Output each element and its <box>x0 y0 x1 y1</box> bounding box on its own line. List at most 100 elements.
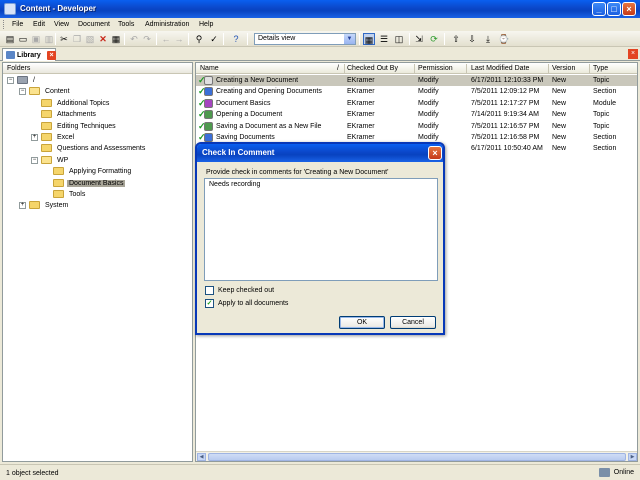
list-header: Name / Checked Out By Permission Last Mo… <box>196 63 637 74</box>
import-icon[interactable]: ⇲ <box>413 33 425 45</box>
col-type[interactable]: Type <box>593 65 608 72</box>
view-mode-select[interactable]: Details view ▼ <box>254 33 356 45</box>
folder-label: Additional Topics <box>57 99 110 107</box>
tab-library[interactable]: Library × <box>2 48 56 61</box>
close-pane-icon[interactable]: × <box>628 49 638 59</box>
dialog-close-icon[interactable]: × <box>428 146 442 160</box>
cell-checked-out-by: EKramer <box>347 122 375 130</box>
redo-icon[interactable]: ↷ <box>141 33 153 45</box>
spell-check-icon[interactable]: ✓ <box>208 33 220 45</box>
new-folder-icon[interactable]: ▭ <box>17 33 29 45</box>
keep-checked-out-checkbox[interactable] <box>205 286 214 295</box>
forward-icon[interactable]: → <box>173 33 185 45</box>
refresh-icon[interactable]: ⟳ <box>428 33 440 45</box>
menu-view[interactable]: View <box>54 21 69 28</box>
expand-toggle-icon[interactable]: + <box>19 202 26 210</box>
cell-version: New <box>552 77 567 84</box>
expand-toggle-icon[interactable]: − <box>31 156 38 164</box>
print-icon[interactable]: ▥ <box>43 33 55 45</box>
folder-label: Questions and Assessments <box>57 145 146 153</box>
dialog-prompt: Provide check in comments for 'Creating … <box>206 169 389 176</box>
dialog-titlebar: Check In Comment <box>197 144 443 162</box>
check-out-icon[interactable]: ⇧ <box>450 33 462 45</box>
view-mode-value: Details view <box>258 35 296 42</box>
back-icon[interactable]: ← <box>160 33 172 45</box>
table-row[interactable]: ✓ Creating and Opening Documents EKramer Mo… <box>196 86 637 97</box>
cell-version: New <box>552 99 567 107</box>
folder-icon <box>41 110 52 119</box>
folder-icon <box>53 167 64 176</box>
status-online: Online <box>613 469 634 476</box>
cell-type: Topic <box>593 111 610 119</box>
col-last-modified[interactable]: Last Modified Date <box>471 65 529 72</box>
scroll-left-icon[interactable]: ◀ <box>197 453 206 461</box>
menu-administration[interactable]: Administration <box>145 21 189 28</box>
cell-type: Topic <box>593 122 610 130</box>
paste-icon[interactable]: ▧ <box>84 33 96 45</box>
expand-toggle-icon[interactable]: + <box>31 134 38 141</box>
cell-type: Section <box>593 134 617 141</box>
cell-modified: 6/17/2011 12:10:33 PM <box>471 77 544 84</box>
scroll-thumb[interactable] <box>208 453 626 461</box>
chevron-down-icon[interactable]: ▼ <box>344 34 355 44</box>
check-in-icon[interactable]: ⇩ <box>466 33 478 45</box>
table-row[interactable]: ✓ Creating a New Document EKramer Modify 6/1… <box>196 75 637 86</box>
details-view-icon[interactable]: ▦ <box>363 33 375 45</box>
menu-help[interactable]: Help <box>199 21 213 28</box>
folder-icon <box>53 178 64 187</box>
window-title: Content - Developer <box>20 4 97 13</box>
undo-icon[interactable]: ↶ <box>128 33 140 45</box>
help-icon[interactable]: ? <box>230 33 242 45</box>
cell-permission: Modify <box>418 99 439 107</box>
cell-type: Module <box>593 99 616 107</box>
folder-icon <box>29 201 40 210</box>
save-icon[interactable]: ▣ <box>30 33 42 45</box>
table-row[interactable]: ✓ Saving a Document as a New File EKramer M… <box>196 121 637 132</box>
copy-icon[interactable]: ❐ <box>71 33 83 45</box>
folders-panel: Folders − / − Content Additional Topics Attac… <box>2 62 193 462</box>
apply-to-all-checkbox[interactable]: ✓ <box>205 299 214 308</box>
folder-icon <box>29 87 40 96</box>
cancel-button[interactable]: Cancel <box>390 316 436 329</box>
network-icon <box>599 468 610 477</box>
cell-version: New <box>552 88 567 96</box>
scroll-right-icon[interactable]: ▶ <box>628 453 637 461</box>
folder-icon <box>41 155 52 164</box>
delete-icon[interactable]: ✕ <box>97 33 109 45</box>
expand-toggle-icon[interactable]: − <box>19 88 26 96</box>
get-latest-icon[interactable]: ⤓ <box>482 33 494 45</box>
col-sort-indicator[interactable]: / <box>337 65 339 72</box>
col-checked-out-by[interactable]: Checked Out By <box>347 65 398 72</box>
split-view-icon[interactable]: ◫ <box>393 33 405 45</box>
close-tab-icon[interactable]: × <box>47 51 56 60</box>
window-titlebar: Content - Developer _ □ × <box>0 0 640 18</box>
menu-tools[interactable]: Tools <box>118 21 134 28</box>
minimize-button[interactable]: _ <box>592 2 606 16</box>
folder-label: Content <box>45 88 70 96</box>
col-name[interactable]: Name <box>200 65 219 72</box>
comment-textarea[interactable] <box>204 178 438 281</box>
cell-permission: Modify <box>418 77 439 84</box>
horizontal-scrollbar[interactable]: ◀ ▶ <box>196 451 637 461</box>
cut-icon[interactable]: ✂ <box>58 33 70 45</box>
properties-icon[interactable]: ▦ <box>110 33 122 45</box>
col-permission[interactable]: Permission <box>418 65 453 72</box>
topic-icon <box>204 121 213 131</box>
list-view-icon[interactable]: ☰ <box>378 33 390 45</box>
menu-edit[interactable]: Edit <box>33 21 45 28</box>
menu-file[interactable]: File <box>12 21 23 28</box>
expand-toggle-icon[interactable]: − <box>7 77 14 84</box>
folder-label: Document Basics <box>67 179 126 187</box>
table-row[interactable]: ✓ Opening a Document EKramer Modify 7/14/201… <box>196 109 637 120</box>
folder-icon <box>41 144 52 153</box>
ok-button[interactable]: OK <box>339 316 385 329</box>
maximize-button[interactable]: □ <box>607 2 621 16</box>
folder-label: Attachments <box>57 111 96 119</box>
find-icon[interactable]: ⚲ <box>193 33 205 45</box>
close-button[interactable]: × <box>622 2 636 16</box>
menu-document[interactable]: Document <box>78 21 110 28</box>
new-document-icon[interactable]: ▤ <box>4 33 16 45</box>
history-icon[interactable]: ⌚ <box>498 33 510 45</box>
table-row[interactable]: ✓ Document Basics EKramer Modify 7/5/2011 12… <box>196 98 637 109</box>
col-version[interactable]: Version <box>552 65 575 72</box>
